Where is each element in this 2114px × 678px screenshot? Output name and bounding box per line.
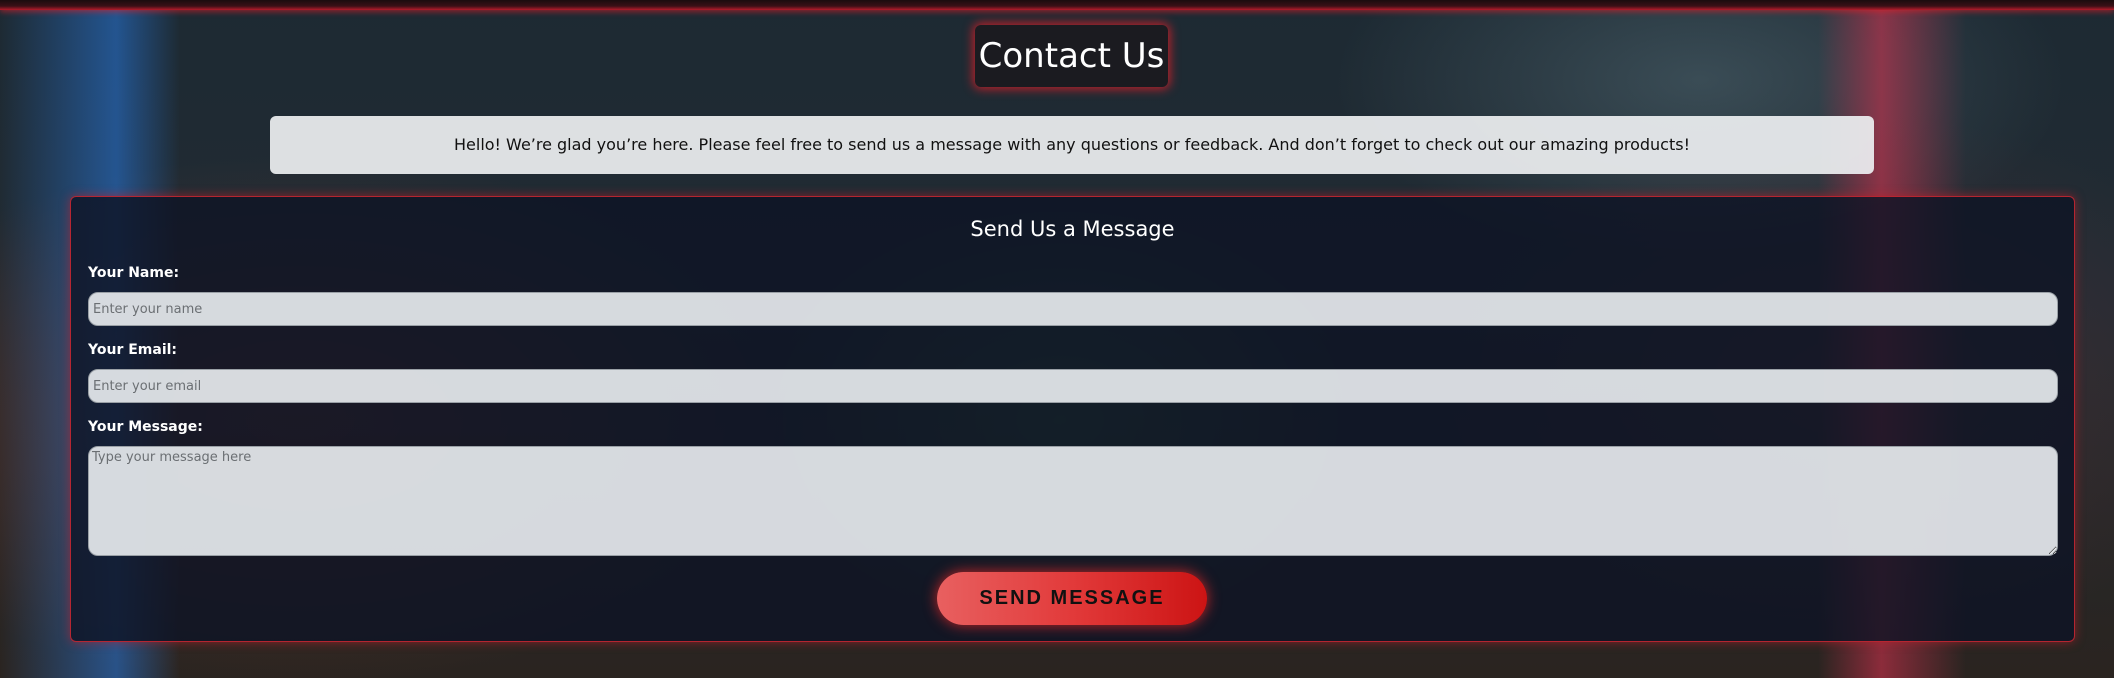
page-title: Contact Us: [975, 25, 1168, 87]
contact-form: Send Us a Message Your Name: Your Email:…: [70, 196, 2075, 642]
intro-message: Hello! We’re glad you’re here. Please fe…: [270, 116, 1874, 174]
email-input[interactable]: [88, 369, 2058, 403]
message-label: Your Message:: [88, 419, 203, 435]
email-label: Your Email:: [88, 342, 178, 358]
top-accent-bar: [0, 0, 2114, 10]
name-input[interactable]: [88, 292, 2058, 326]
message-textarea[interactable]: [88, 446, 2058, 556]
send-message-button[interactable]: SEND MESSAGE: [937, 572, 1207, 625]
name-label: Your Name:: [88, 265, 180, 281]
form-heading: Send Us a Message: [970, 217, 1175, 241]
